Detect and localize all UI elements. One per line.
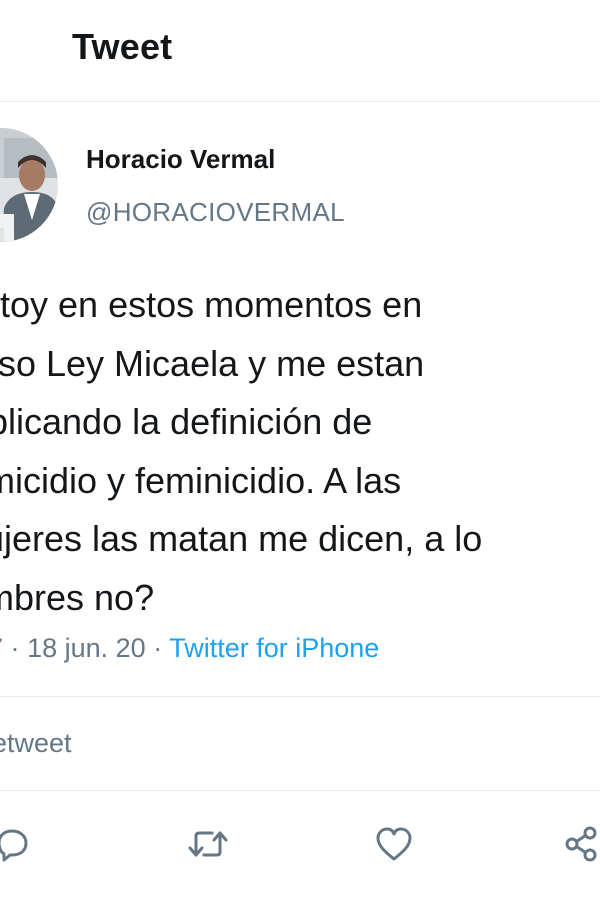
meta-separator: · bbox=[153, 633, 163, 663]
retweet-icon bbox=[188, 831, 228, 857]
divider bbox=[0, 790, 600, 791]
tweet-line: ujeres las matan me dicen, a lo bbox=[0, 518, 483, 559]
retweet-button[interactable] bbox=[186, 822, 230, 866]
author-handle[interactable]: @HORACIOVERMAL bbox=[86, 197, 345, 228]
heart-icon bbox=[376, 827, 412, 861]
tweet-text: toy en estos momentos en rso Ley Micaela… bbox=[0, 276, 600, 627]
tweet-meta: 7 · 18 jun. 20 · Twitter for iPhone bbox=[0, 633, 379, 664]
top-bar: Tweet bbox=[0, 0, 600, 102]
share-button[interactable] bbox=[560, 822, 600, 866]
tweet-time: 7 bbox=[0, 633, 3, 663]
tweet-line: rso Ley Micaela y me estan bbox=[0, 342, 425, 384]
divider bbox=[0, 696, 600, 697]
like-button[interactable] bbox=[372, 822, 416, 866]
reply-button[interactable] bbox=[0, 822, 34, 866]
profile-photo bbox=[0, 128, 58, 242]
meta-separator: · bbox=[10, 633, 20, 663]
share-icon bbox=[565, 826, 597, 862]
page-title: Tweet bbox=[72, 26, 173, 67]
author-name[interactable]: Horacio Vermal bbox=[86, 144, 275, 175]
tweet-line: plicando la definición de bbox=[0, 401, 373, 442]
tweet-date: 18 jun. 20 bbox=[27, 633, 146, 663]
retweets-stat[interactable]: etweet bbox=[0, 728, 72, 759]
reply-icon bbox=[0, 829, 28, 862]
avatar[interactable] bbox=[0, 128, 58, 242]
tweet-detail-screen: Tweet Horacio Vermal @HORACIOVERMAL toy … bbox=[0, 0, 600, 900]
tweet-source-link[interactable]: Twitter for iPhone bbox=[169, 633, 379, 663]
tweet-line: mbres no? bbox=[0, 576, 155, 618]
tweet-line: micidio y feminicidio. A las bbox=[0, 459, 402, 501]
tweet-line: toy en estos momentos en bbox=[0, 284, 423, 325]
